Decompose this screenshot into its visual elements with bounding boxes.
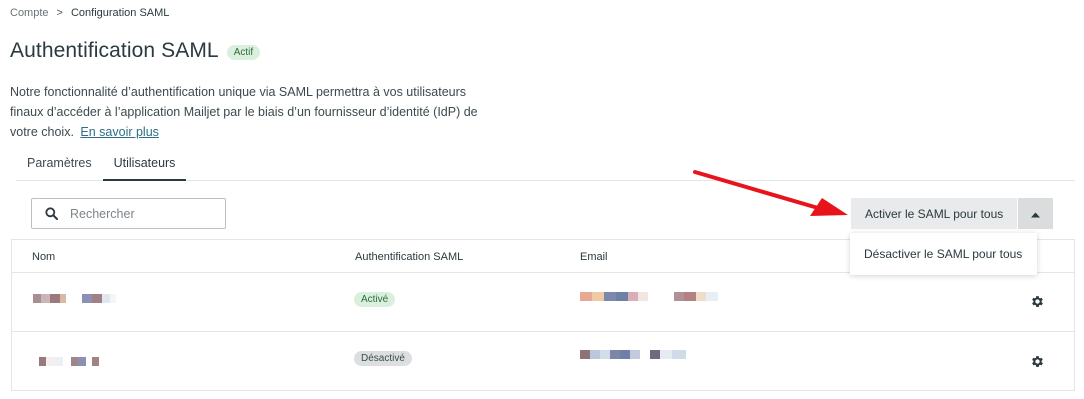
table-row: Activé bbox=[12, 273, 1074, 332]
column-header-email: Email bbox=[580, 251, 608, 263]
search-input[interactable] bbox=[70, 206, 200, 221]
saml-status-badge: Activé bbox=[354, 292, 396, 307]
column-header-name: Nom bbox=[32, 251, 56, 263]
title-row: Authentification SAML Actif bbox=[10, 39, 261, 63]
breadcrumb-current: Configuration SAML bbox=[70, 7, 170, 19]
redacted-name bbox=[33, 294, 116, 303]
status-badge: Actif bbox=[226, 45, 261, 60]
table-row: Désactivé bbox=[12, 332, 1074, 391]
learn-more-link[interactable]: En savoir plus bbox=[80, 125, 159, 139]
caret-up-icon bbox=[1031, 205, 1041, 223]
breadcrumb-separator: > bbox=[56, 7, 63, 19]
tabs: Paramètres Utilisateurs bbox=[16, 150, 1075, 181]
action-menu-toggle[interactable] bbox=[1018, 198, 1054, 229]
red-arrow-annotation bbox=[693, 170, 848, 216]
redacted-name bbox=[39, 357, 99, 366]
saml-status-badge: Désactivé bbox=[354, 351, 412, 366]
search-box[interactable] bbox=[31, 198, 226, 229]
breadcrumb: Compte > Configuration SAML bbox=[10, 7, 169, 19]
page-title: Authentification SAML bbox=[10, 39, 219, 62]
page-description: Notre fonctionnalité d’authentification … bbox=[10, 82, 480, 142]
gear-icon[interactable] bbox=[1030, 294, 1046, 310]
tab-utilisateurs[interactable]: Utilisateurs bbox=[102, 150, 187, 181]
tab-parametres[interactable]: Paramètres bbox=[16, 150, 103, 181]
search-icon bbox=[44, 207, 58, 221]
redacted-email bbox=[580, 292, 718, 301]
activate-saml-all-button[interactable]: Activer le SAML pour tous bbox=[851, 198, 1019, 229]
deactivate-saml-all-menu-item[interactable]: Désactiver le SAML pour tous bbox=[864, 247, 1022, 261]
redacted-email bbox=[580, 350, 686, 359]
gear-icon[interactable] bbox=[1030, 354, 1046, 370]
action-dropdown-menu: Désactiver le SAML pour tous bbox=[850, 233, 1037, 275]
breadcrumb-link-compte[interactable]: Compte bbox=[10, 7, 49, 19]
saml-action-split-button: Activer le SAML pour tous bbox=[851, 198, 1054, 229]
column-header-saml: Authentification SAML bbox=[355, 251, 464, 263]
